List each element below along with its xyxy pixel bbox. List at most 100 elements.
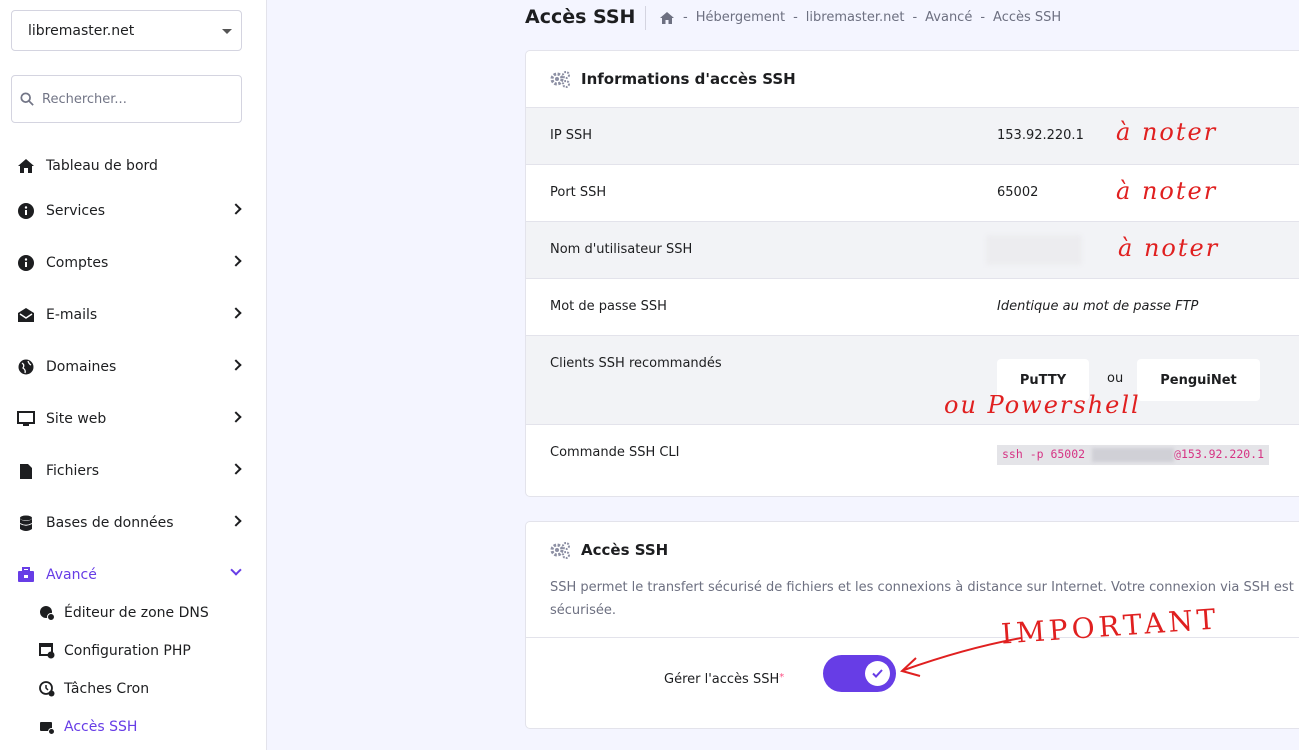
caret-down-icon <box>222 29 232 34</box>
toggle-knob <box>865 661 890 686</box>
sidebar-item-label: Site web <box>46 411 107 427</box>
sidebar-item-advanced[interactable]: Avancé <box>0 555 266 595</box>
ssh-info-header: Informations d'accès SSH <box>526 51 1299 107</box>
ssh-info-card: Informations d'accès SSH IP SSH 153.92.2… <box>525 50 1299 497</box>
ssh-password-label: Mot de passe SSH <box>550 299 667 314</box>
monitor-icon <box>16 409 36 429</box>
sidebar-item-label: Comptes <box>46 255 109 271</box>
sidebar-subitem-php-config[interactable]: Configuration PHP <box>38 636 191 666</box>
breadcrumb: - Hébergement - libremaster.net - Avancé… <box>659 10 1061 25</box>
sidebar-item-label: Domaines <box>46 359 117 375</box>
ssh-cli-label: Commande SSH CLI <box>550 445 680 460</box>
ssh-access-header: Accès SSH <box>526 522 1299 578</box>
sidebar-subitem-label: Tâches Cron <box>64 681 150 697</box>
sidebar-item-files[interactable]: Fichiers <box>0 451 266 491</box>
chevron-right-icon <box>230 515 242 527</box>
ssh-clients-label: Clients SSH recommandés <box>550 356 722 371</box>
ssh-ip-row: IP SSH 153.92.220.1 à noter <box>526 107 1299 164</box>
sidebar-item-website[interactable]: Site web <box>0 399 266 439</box>
chevron-right-icon <box>230 203 242 215</box>
ssh-cli-suffix: @153.92.220.1 <box>1174 447 1265 461</box>
gears-icon <box>550 542 570 559</box>
penguinet-button[interactable]: PenguiNet <box>1137 359 1260 401</box>
breadcrumb-separator: - <box>980 10 986 25</box>
sidebar-item-dashboard[interactable]: Tableau de bord <box>0 146 266 186</box>
sidebar-item-services[interactable]: Services <box>0 191 266 231</box>
sidebar-subitem-ssh-access[interactable]: Accès SSH <box>38 712 137 742</box>
chevron-down-icon <box>230 564 242 576</box>
ssh-username-row: Nom d'utilisateur SSH à noter <box>526 221 1299 278</box>
annotation-note-username: à noter <box>1118 234 1220 262</box>
chevron-right-icon <box>230 463 242 475</box>
ssh-access-card: Accès SSH SSH permet le transfert sécuri… <box>525 521 1299 729</box>
page-title: Accès SSH <box>525 6 636 28</box>
ssh-port-label: Port SSH <box>550 185 607 200</box>
info-icon <box>16 201 36 221</box>
ssh-username-value-redacted <box>986 235 1082 265</box>
sidebar-item-emails[interactable]: E-mails <box>0 295 266 335</box>
home-icon[interactable] <box>659 11 675 25</box>
breadcrumb-item-hosting[interactable]: Hébergement <box>696 10 785 25</box>
ssh-cli-command[interactable]: ssh -p 65002 @153.92.220.1 <box>997 445 1270 465</box>
annotation-note-ip: à noter <box>1116 118 1218 146</box>
chevron-right-icon <box>230 359 242 371</box>
annotation-note-port: à noter <box>1116 177 1218 205</box>
breadcrumb-separator: - <box>912 10 918 25</box>
ssh-toggle-label: Gérer l'accès SSH* <box>664 672 784 687</box>
sidebar-item-databases[interactable]: Bases de données <box>0 503 266 543</box>
ssh-info-title: Informations d'accès SSH <box>581 70 796 88</box>
ssh-access-title: Accès SSH <box>581 541 669 559</box>
toolbox-icon <box>16 565 36 585</box>
annotation-powershell: ou Powershell <box>944 391 1141 419</box>
domain-selector-value: libremaster.net <box>28 22 135 39</box>
sidebar-subitem-label: Accès SSH <box>64 719 138 735</box>
sidebar-subitem-cron-jobs[interactable]: Tâches Cron <box>38 674 149 704</box>
chevron-right-icon <box>230 307 242 319</box>
clock-icon <box>38 680 56 698</box>
terminal-key-icon <box>38 718 56 736</box>
ssh-ip-value: 153.92.220.1 <box>997 128 1084 143</box>
check-icon <box>872 669 883 678</box>
sidebar-subitem-dns-editor[interactable]: Éditeur de zone DNS <box>38 598 209 628</box>
breadcrumb-item-current: Accès SSH <box>993 10 1062 25</box>
ssh-toggle-label-text: Gérer l'accès SSH <box>664 672 780 687</box>
breadcrumb-separator: - <box>683 10 688 25</box>
chevron-right-icon <box>230 411 242 423</box>
sidebar-item-domains[interactable]: Domaines <box>0 347 266 387</box>
search-input[interactable] <box>42 91 222 107</box>
sidebar-item-label: Services <box>46 203 106 219</box>
ssh-access-toggle[interactable] <box>823 655 896 692</box>
clients-or-text: ou <box>1107 371 1124 386</box>
ssh-cli-row: Commande SSH CLI ssh -p 65002 @153.92.22… <box>526 424 1299 496</box>
required-mark: * <box>779 672 785 683</box>
ssh-clients-row: Clients SSH recommandés PuTTY ou PenguiN… <box>526 335 1299 424</box>
search-box[interactable] <box>11 75 242 123</box>
chevron-right-icon <box>230 255 242 267</box>
file-icon <box>16 461 36 481</box>
ssh-port-row: Port SSH 65002 à noter <box>526 164 1299 221</box>
breadcrumb-item-domain[interactable]: libremaster.net <box>806 10 905 25</box>
dns-globe-gear-icon <box>38 604 56 622</box>
ssh-password-row: Mot de passe SSH Identique au mot de pas… <box>526 278 1299 335</box>
sidebar-item-accounts[interactable]: Comptes <box>0 243 266 283</box>
sidebar-subitem-label: Éditeur de zone DNS <box>64 605 209 621</box>
globe-icon <box>16 357 36 377</box>
sidebar-subitem-label: Configuration PHP <box>64 643 191 659</box>
ssh-cli-username-redacted <box>1092 447 1175 462</box>
domain-selector[interactable]: libremaster.net <box>11 10 242 51</box>
breadcrumb-separator: - <box>793 10 798 25</box>
ssh-password-value: Identique au mot de passe FTP <box>997 299 1199 314</box>
ssh-cli-prefix: ssh -p 65002 <box>1002 447 1093 461</box>
info-icon <box>16 253 36 273</box>
sidebar-item-label: Fichiers <box>46 463 100 479</box>
window-gear-icon <box>38 642 56 660</box>
search-icon <box>20 92 34 106</box>
database-icon <box>16 513 36 533</box>
home-icon <box>16 156 36 176</box>
ssh-ip-label: IP SSH <box>550 128 593 143</box>
annotation-arrow <box>900 637 1022 677</box>
ssh-username-label: Nom d'utilisateur SSH <box>550 242 693 257</box>
sidebar-item-label: E-mails <box>46 307 98 323</box>
sidebar-item-label: Bases de données <box>46 515 174 531</box>
breadcrumb-item-advanced[interactable]: Avancé <box>925 10 972 25</box>
